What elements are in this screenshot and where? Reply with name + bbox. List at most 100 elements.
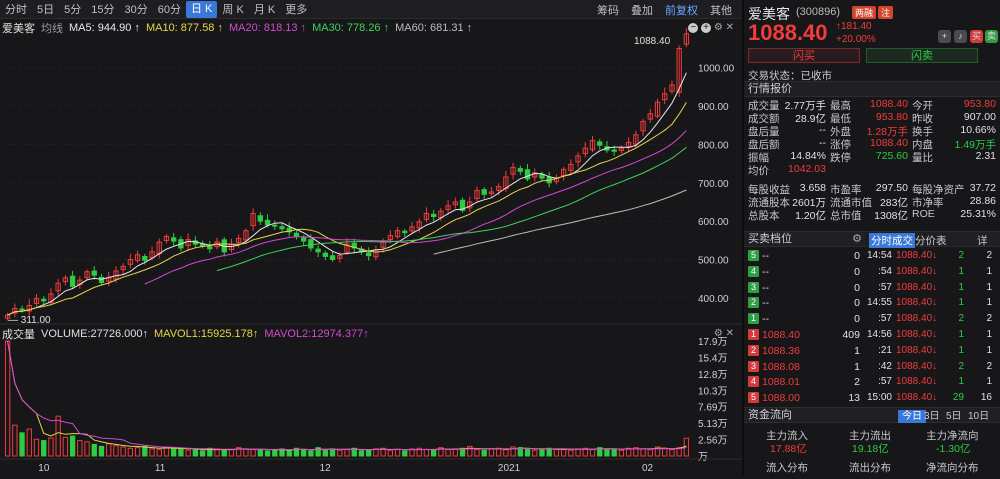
volume-close-icon[interactable]: ✕ [726, 328, 734, 339]
minus-icon[interactable]: − [688, 23, 699, 33]
period-tab-0[interactable]: 分时 [0, 1, 32, 17]
volume-bar [365, 449, 372, 457]
orderbook-volume: 2 [854, 376, 860, 389]
period-tab-5[interactable]: 60分 [153, 1, 186, 17]
period-tab-8[interactable]: 月 K [249, 1, 280, 17]
period-tab-1[interactable]: 5日 [32, 1, 59, 17]
y-tick-label: 900.00 [698, 102, 729, 113]
period-tab-9[interactable]: 更多 [280, 1, 312, 17]
quote-value: 1088.40 [870, 137, 908, 149]
orderbook-row[interactable]: 3 1088.08 1 [744, 360, 864, 376]
volume-bar [19, 432, 25, 457]
buy-icon[interactable]: 买 [970, 30, 983, 43]
kline-chart[interactable]: 1000.00 900.00 800.00 700.00 600.00 500.00 400… [0, 19, 742, 476]
orderbook-row[interactable]: 2 1088.36 1 [744, 344, 864, 360]
volume-bar [481, 449, 487, 457]
orderbook-title: 买卖档位 ⚙ [744, 231, 866, 247]
mavol2-number: MAVOL2:12974.377 [264, 328, 364, 340]
tick-row: :57 1088.40↓ 2 2 [866, 312, 1000, 328]
volume-bar [55, 415, 61, 457]
fund-flow-tab-1[interactable]: 3日 [920, 410, 944, 423]
orderbook-gear-icon[interactable]: ⚙ [852, 232, 862, 247]
period-tab-4[interactable]: 30分 [120, 1, 153, 17]
orderbook-row[interactable]: 4 -- 0 [744, 265, 864, 281]
toolbar-option-3[interactable]: 其他 [704, 2, 738, 18]
candle-body [19, 308, 25, 311]
fundamental-value: 3.658 [799, 182, 826, 194]
orderbook-row[interactable]: 5 -- 0 [744, 249, 864, 265]
bell-icon[interactable]: ♪ [954, 30, 967, 43]
volume-bar [4, 340, 11, 457]
tick-count: 1 [986, 376, 992, 388]
tick-price: 1088.40↓ [896, 376, 938, 388]
volume-bar [604, 448, 610, 457]
ma5-value: MA5: 944.90 [69, 22, 132, 34]
volume-bar [98, 445, 105, 457]
sell-icon[interactable]: 卖 [985, 30, 998, 43]
toolbar-option-2[interactable]: 前复权 [659, 2, 704, 18]
tab-detail[interactable]: 详 [977, 233, 988, 248]
legend-type[interactable]: 均线 [41, 20, 63, 36]
fund-flow-tab-2[interactable]: 5日 [942, 410, 966, 423]
orderbook-row[interactable]: 1 -- 0 [744, 312, 864, 328]
orderbook-row[interactable]: 1 1088.40 409 [744, 328, 864, 344]
volume-bar [228, 449, 235, 457]
gear-icon[interactable]: ⚙ [714, 22, 723, 33]
volume-bar [611, 449, 617, 457]
volume-bar [402, 450, 408, 457]
period-tab-6[interactable]: 日 K [186, 0, 218, 18]
volume-bar [452, 448, 458, 457]
chart-area[interactable]: 1000.00 900.00 800.00 700.00 600.00 500.00 400… [0, 19, 742, 476]
tick-row: :21 1088.40↓ 1 1 [866, 344, 1000, 360]
period-tab-3[interactable]: 15分 [86, 1, 119, 17]
toolbar-option-0[interactable]: 筹码 [591, 2, 625, 18]
quick-sell-button[interactable]: 闪卖 [866, 48, 978, 63]
volume-bar [221, 449, 227, 457]
quote-value: 1.49万手 [954, 139, 996, 151]
tick-row: :42 1088.40↓ 2 2 [866, 360, 1000, 376]
volume-bar [120, 446, 126, 457]
orderbook-price: -- [762, 297, 769, 310]
tab-ticks[interactable]: 分时成交 [869, 233, 915, 248]
price-legend: 爱美客 均线 MA5: 944.90 ↑ MA10: 877.58 ↑ MA20… [2, 21, 472, 35]
volume-bar [640, 448, 646, 457]
orderbook-level: 4 [748, 265, 759, 277]
quote-value: 1088.40 [870, 98, 908, 110]
add-icon[interactable]: + [938, 30, 951, 43]
tab-price-table[interactable]: 分价表 [915, 233, 947, 248]
tick-time: :57 [878, 313, 892, 325]
orderbook-row[interactable]: 2 -- 0 [744, 296, 864, 312]
orderbook-row[interactable]: 3 -- 0 [744, 281, 864, 297]
orderbook-level: 1 [748, 329, 759, 340]
orderbook-row[interactable]: 5 1088.00 13 [744, 391, 864, 407]
tick-count: 1 [986, 265, 992, 277]
stock-panel: 爱美客 (300896) 两融 注 1088.40 ↑181.40 +20.00… [744, 0, 1000, 476]
quote-value: 953.80 [875, 111, 908, 123]
mavol1-number: MAVOL1:15925.178 [154, 328, 253, 340]
volume-bar [669, 449, 675, 457]
volume-bar [142, 445, 148, 457]
tick-price: 1088.40↓ [896, 250, 938, 261]
legend-ma20: MA20: 818.13 ↑ [229, 22, 307, 34]
tick-volume: 2 [958, 360, 964, 372]
toolbar-option-1[interactable]: 叠加 [625, 2, 659, 18]
orderbook-volume: 13 [848, 392, 860, 405]
candle-body [315, 248, 321, 253]
period-tab-7[interactable]: 周 K [217, 1, 248, 17]
orderbook-price: 1088.36 [762, 344, 800, 357]
period-tab-2[interactable]: 5分 [59, 1, 86, 17]
volume-bar [560, 449, 567, 457]
quote-value: 28.9亿 [795, 113, 826, 125]
volume-bar [156, 449, 162, 457]
quick-buy-button[interactable]: 闪买 [748, 48, 860, 63]
volume-gear-icon[interactable]: ⚙ [714, 328, 723, 339]
orderbook-row[interactable]: 4 1088.01 2 [744, 375, 864, 391]
orderbook-volume: 1 [854, 344, 860, 357]
close-icon[interactable]: ✕ [726, 22, 734, 33]
plus-icon[interactable]: + [701, 23, 712, 33]
volume-bar [553, 448, 560, 457]
tick-volume: 2 [958, 313, 964, 325]
fund-flow-tab-3[interactable]: 10日 [964, 410, 993, 423]
tick-volume: 1 [958, 376, 964, 388]
quote-value: 725.60 [875, 150, 908, 162]
